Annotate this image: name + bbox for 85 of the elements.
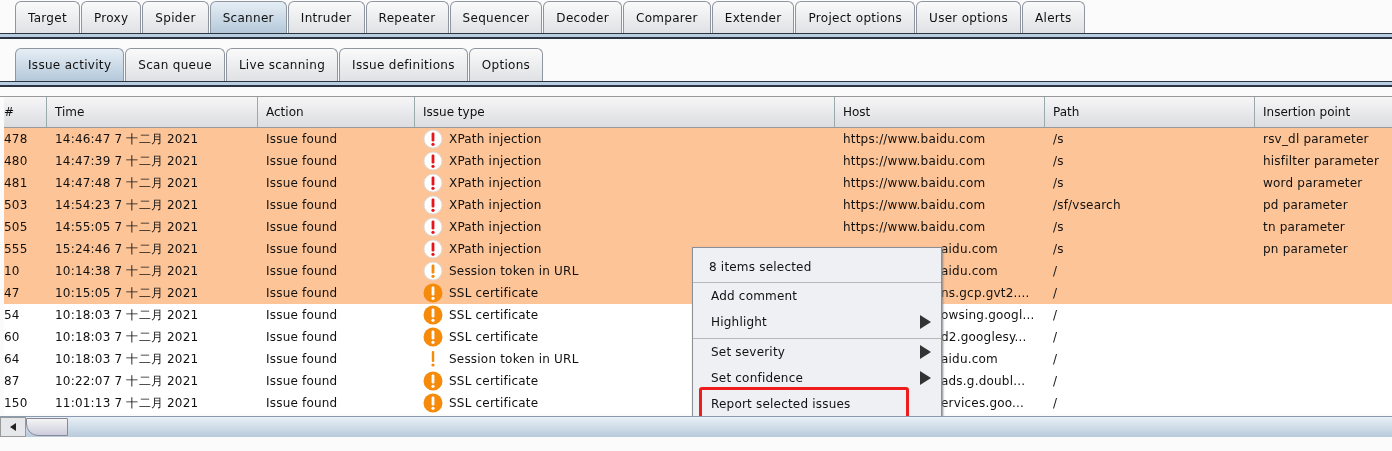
table-cell: Issue found: [266, 220, 338, 234]
table-cell: https://www.baidu.com: [843, 220, 986, 234]
table-cell: d2.googlesy...: [941, 330, 1027, 344]
table-cell: 64: [4, 352, 20, 366]
table-cell: Issue found: [266, 374, 338, 388]
table-cell: 10:15:05 7 十二月 2021: [55, 284, 199, 302]
table-cell: 14:47:39 7 十二月 2021: [55, 152, 199, 170]
table-cell: Issue found: [266, 352, 338, 366]
table-cell: pn parameter: [1263, 242, 1348, 256]
table-cell: /s: [1053, 242, 1064, 256]
table-cell: 505: [4, 220, 28, 234]
table-cell: /: [1053, 308, 1058, 322]
table-cell: 15:24:46 7 十二月 2021: [55, 240, 199, 258]
table-cell: https://www.baidu.com: [843, 198, 986, 212]
table-cell: owsing.googl...: [941, 308, 1035, 322]
table-cell: 14:55:05 7 十二月 2021: [55, 218, 199, 236]
table-cell: Issue found: [266, 308, 338, 322]
table-cell: 10:22:07 7 十二月 2021: [55, 372, 199, 390]
table-cell: Issue found: [266, 330, 338, 344]
table-cell: Issue found: [266, 396, 338, 410]
table-cell: 87: [4, 374, 20, 388]
table-cell: /: [1053, 264, 1058, 278]
table-cell: 478: [4, 132, 28, 146]
table-cell: 555: [4, 242, 28, 256]
table-cell: Session token in URL: [449, 264, 579, 278]
table-cell: 10:18:03 7 十二月 2021: [55, 306, 199, 324]
table-cell: /sf/vsearch: [1053, 198, 1121, 212]
table-cell: XPath injection: [449, 154, 542, 168]
table-cell: XPath injection: [449, 132, 542, 146]
table-cell: pd parameter: [1263, 198, 1348, 212]
table-cell: /: [1053, 396, 1058, 410]
table-cell: Issue found: [266, 132, 338, 146]
table-cell: https://www.baidu.com: [843, 154, 986, 168]
table-cell: SSL certificate: [449, 396, 539, 410]
table-cell: XPath injection: [449, 220, 542, 234]
table-cell: 503: [4, 198, 28, 212]
table-cell: Issue found: [266, 154, 338, 168]
table-cell: 481: [4, 176, 28, 190]
table-cell: /s: [1053, 220, 1064, 234]
table-cell: 10:18:03 7 十二月 2021: [55, 328, 199, 346]
table-cell: SSL certificate: [449, 308, 539, 322]
table-cell: XPath injection: [449, 176, 542, 190]
table-cell: aidu.com: [941, 352, 998, 366]
table-cell: 10:18:03 7 十二月 2021: [55, 350, 199, 368]
table-cell: Issue found: [266, 242, 338, 256]
table-cell: aidu.com: [941, 242, 998, 256]
table-cell: hisfilter parameter: [1263, 154, 1380, 168]
table-cell: 11:01:13 7 十二月 2021: [55, 394, 199, 412]
table-cell: 60: [4, 330, 20, 344]
table-cell: 10: [4, 264, 20, 278]
menu-header: 8 items selected: [709, 260, 812, 274]
table-cell: /s: [1053, 154, 1064, 168]
table-cell: tn parameter: [1263, 220, 1345, 234]
table-cell: Issue found: [266, 286, 338, 300]
table-cell: word parameter: [1263, 176, 1363, 190]
table-cell: XPath injection: [449, 198, 542, 212]
table-cell: Issue found: [266, 176, 338, 190]
table-cell: SSL certificate: [449, 374, 539, 388]
table-cell: /s: [1053, 176, 1064, 190]
table-cell: 10:14:38 7 十二月 2021: [55, 262, 199, 280]
table-cell: 150: [4, 396, 28, 410]
table-cell: https://www.baidu.com: [843, 132, 986, 146]
table-cell: aidu.com: [941, 264, 998, 278]
table-cell: /: [1053, 374, 1058, 388]
table-cell: 14:46:47 7 十二月 2021: [55, 130, 199, 148]
table-cell: 54: [4, 308, 20, 322]
table-cell: /: [1053, 352, 1058, 366]
table-cell: 14:47:48 7 十二月 2021: [55, 174, 199, 192]
table-cell: Issue found: [266, 264, 338, 278]
table-cell: https://www.baidu.com: [843, 176, 986, 190]
table-cell: SSL certificate: [449, 286, 539, 300]
table-cell: ns.gcp.gvt2....: [941, 286, 1030, 300]
table-cell: /: [1053, 286, 1058, 300]
table-cell: Session token in URL: [449, 352, 579, 366]
table-cell: /s: [1053, 132, 1064, 146]
table-cell: ads.g.doubl...: [941, 374, 1026, 388]
table-cell: SSL certificate: [449, 330, 539, 344]
table-cell: 47: [4, 286, 20, 300]
table-cell: 14:54:23 7 十二月 2021: [55, 196, 199, 214]
table-cell: rsv_dl parameter: [1263, 132, 1369, 146]
table-cell: Issue found: [266, 198, 338, 212]
table-cell: 480: [4, 154, 28, 168]
table-cell: /: [1053, 330, 1058, 344]
table-cell: XPath injection: [449, 242, 542, 256]
table-cell: ervices.goo...: [941, 396, 1025, 410]
